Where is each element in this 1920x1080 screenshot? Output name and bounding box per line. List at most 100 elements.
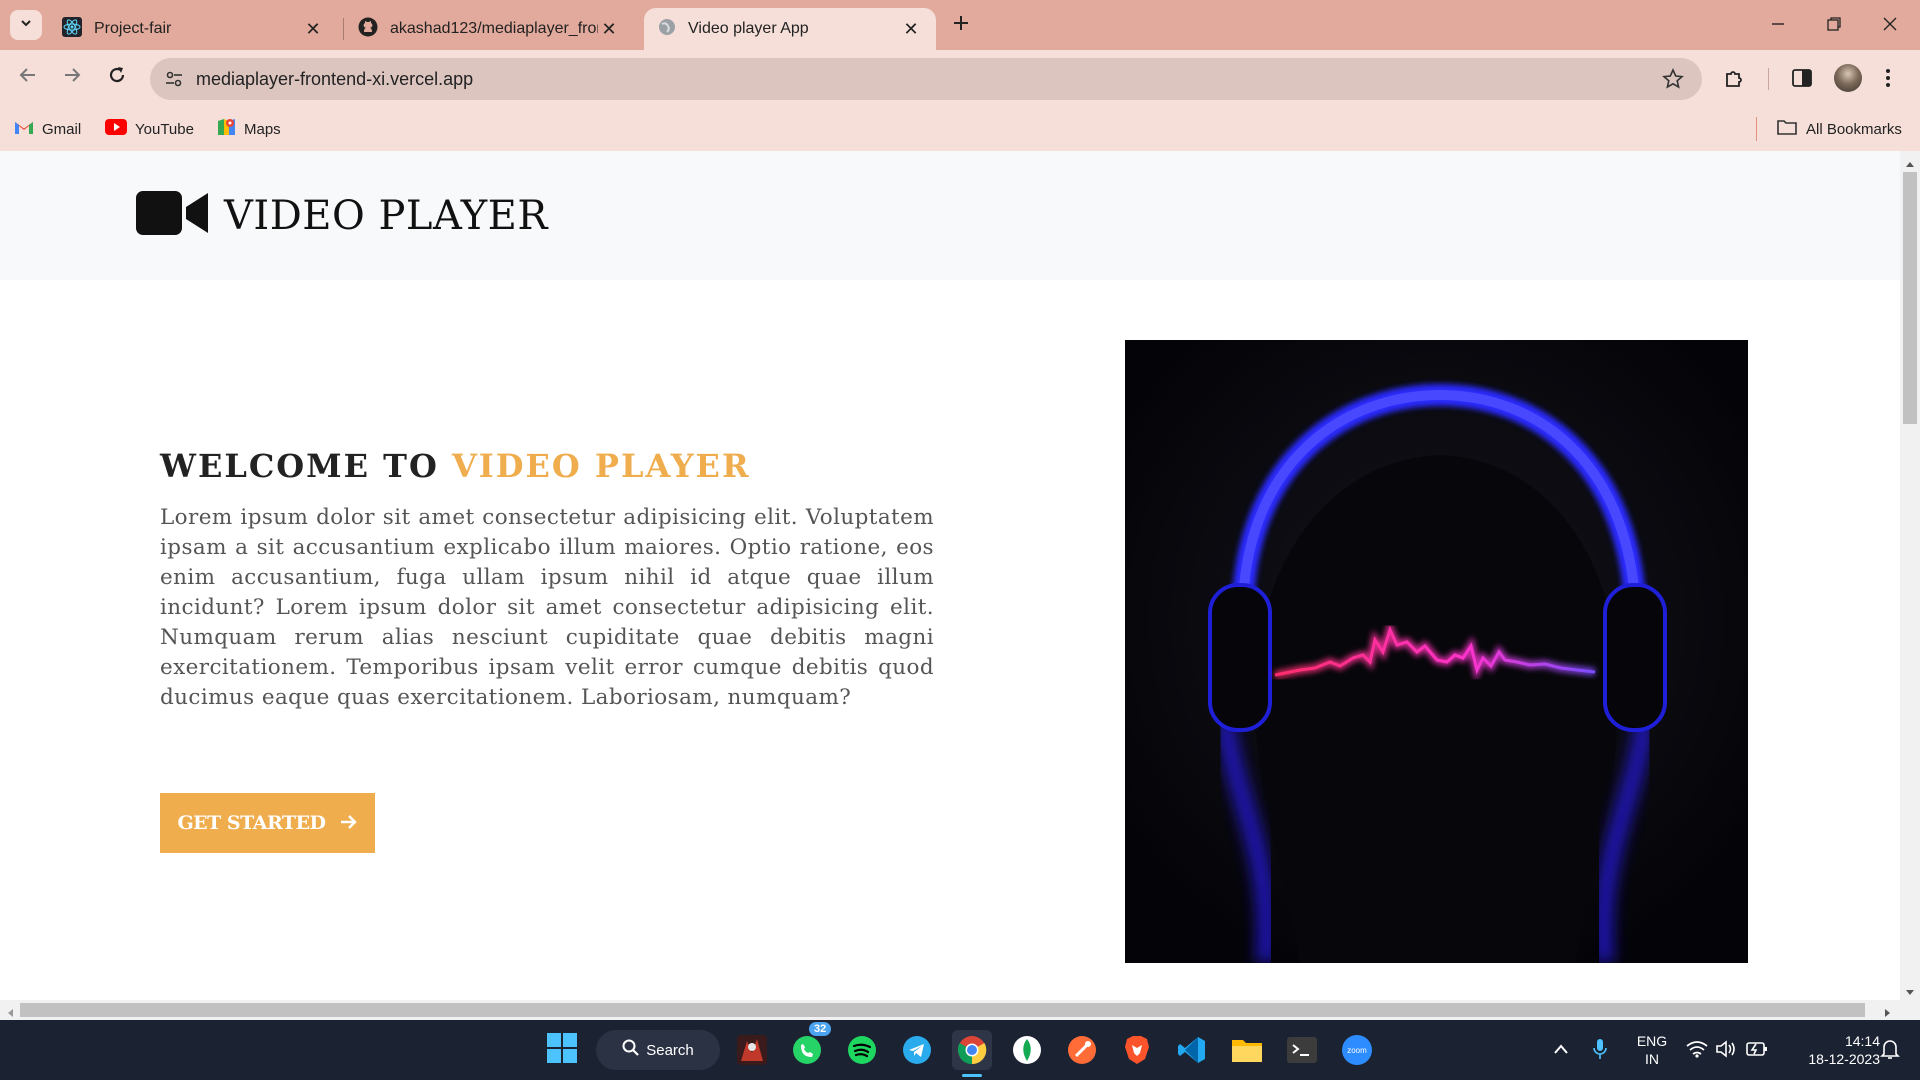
tab-title: Video player App xyxy=(688,20,809,37)
minimize-button[interactable] xyxy=(1758,8,1798,42)
tab-github[interactable]: akashad123/mediaplayer_fronte ✕ xyxy=(344,8,634,50)
file-explorer-icon[interactable] xyxy=(1227,1030,1267,1070)
windows-taskbar: Search 32 zoom ENG IN 14:14 18-12-2023 xyxy=(0,1020,1920,1080)
tab-title: akashad123/mediaplayer_fronte xyxy=(390,20,598,37)
terminal-icon[interactable] xyxy=(1282,1030,1322,1070)
game-app-icon[interactable] xyxy=(732,1030,772,1070)
vscode-icon[interactable] xyxy=(1172,1030,1212,1070)
maps-icon xyxy=(216,117,236,141)
brave-icon[interactable] xyxy=(1117,1030,1157,1070)
close-icon[interactable]: ✕ xyxy=(900,19,922,40)
hero-title: WELCOME TO VIDEO PLAYER xyxy=(160,447,751,485)
address-bar[interactable]: mediaplayer-frontend-xi.vercel.app xyxy=(150,58,1702,100)
close-icon[interactable]: ✕ xyxy=(302,19,324,40)
gmail-icon xyxy=(14,119,34,139)
postman-icon[interactable] xyxy=(1062,1030,1102,1070)
globe-icon xyxy=(658,18,676,41)
bookmark-gmail[interactable]: Gmail xyxy=(14,117,81,141)
bookmark-youtube[interactable]: YouTube xyxy=(105,117,194,141)
react-icon xyxy=(62,16,82,42)
bookmark-maps[interactable]: Maps xyxy=(216,117,281,141)
extensions-icon[interactable] xyxy=(1723,66,1747,95)
active-indicator xyxy=(962,1074,982,1077)
get-started-label: GET STARTED xyxy=(177,812,326,834)
restore-button[interactable] xyxy=(1814,8,1854,42)
window-close-button[interactable] xyxy=(1870,8,1910,42)
new-tab-button[interactable] xyxy=(946,10,976,40)
mongodb-icon[interactable] xyxy=(1007,1030,1047,1070)
taskbar-search[interactable]: Search xyxy=(596,1030,720,1070)
close-icon[interactable]: ✕ xyxy=(598,19,620,40)
side-panel-icon[interactable] xyxy=(1790,66,1814,95)
youtube-icon xyxy=(105,119,127,139)
arrow-left-icon xyxy=(18,65,38,91)
notification-bell-icon[interactable] xyxy=(1880,1038,1900,1065)
bookmarks-bar: Gmail YouTube Maps All Bookmarks xyxy=(0,107,1920,151)
all-bookmarks-button[interactable]: All Bookmarks xyxy=(1776,117,1902,141)
language-code: ENG xyxy=(1636,1033,1668,1049)
more-menu-icon[interactable] xyxy=(1884,66,1892,95)
brand-link[interactable]: VIDEO PLAYER xyxy=(136,189,548,242)
hero-title-highlight: VIDEO PLAYER xyxy=(451,447,751,485)
windows-icon xyxy=(547,1032,577,1068)
horizontal-scroll-thumb[interactable] xyxy=(20,1003,1865,1017)
chevron-down-icon xyxy=(19,16,33,35)
reload-icon xyxy=(107,65,127,91)
spotify-icon[interactable] xyxy=(842,1030,882,1070)
zoom-label: zoom xyxy=(1347,1046,1367,1055)
get-started-button[interactable]: GET STARTED xyxy=(160,793,375,853)
scroll-up-arrow-icon[interactable] xyxy=(1905,155,1915,173)
forward-button[interactable] xyxy=(54,60,90,96)
zoom-icon[interactable]: zoom xyxy=(1337,1030,1377,1070)
restore-icon xyxy=(1827,14,1841,37)
volume-icon[interactable] xyxy=(1716,1040,1738,1063)
clock-time: 14:14 xyxy=(1844,1033,1880,1049)
close-icon xyxy=(1883,14,1897,37)
toolbar-divider xyxy=(1768,68,1769,90)
bookmark-label: YouTube xyxy=(135,120,194,138)
battery-icon[interactable] xyxy=(1746,1041,1768,1062)
hero-headphones-image xyxy=(1125,340,1748,963)
tab-strip: Project-fair ✕ akashad123/mediaplayer_fr… xyxy=(0,0,1920,50)
tray-overflow-chevron-icon[interactable] xyxy=(1553,1042,1569,1060)
url-text[interactable]: mediaplayer-frontend-xi.vercel.app xyxy=(196,69,473,90)
site-info-icon[interactable] xyxy=(164,69,184,94)
clock-date: 18-12-2023 xyxy=(1808,1051,1880,1067)
bookmark-label: Maps xyxy=(244,120,281,138)
hero-description: Lorem ipsum dolor sit amet consectetur a… xyxy=(160,505,934,710)
start-button[interactable] xyxy=(542,1030,582,1070)
whatsapp-icon[interactable]: 32 xyxy=(787,1022,832,1070)
bookmark-star-icon[interactable] xyxy=(1662,68,1684,95)
page-viewport: VIDEO PLAYER WELCOME TO VIDEO PLAYER Lor… xyxy=(0,151,1900,1000)
taskbar-search-label: Search xyxy=(646,1041,694,1059)
clock[interactable]: 14:14 18-12-2023 xyxy=(1780,1032,1880,1068)
site-navbar: VIDEO PLAYER xyxy=(0,151,1900,280)
avatar[interactable] xyxy=(1834,64,1862,92)
brand-title: VIDEO PLAYER xyxy=(224,192,548,239)
microphone-icon[interactable] xyxy=(1593,1038,1607,1065)
hero-title-prefix: WELCOME TO xyxy=(160,447,452,485)
bookmark-label: Gmail xyxy=(42,120,82,138)
folder-icon xyxy=(1776,118,1798,140)
tab-project-fair[interactable]: Project-fair ✕ xyxy=(48,8,338,50)
plus-icon xyxy=(953,15,969,36)
chrome-icon[interactable] xyxy=(952,1030,992,1070)
browser-toolbar: mediaplayer-frontend-xi.vercel.app xyxy=(0,50,1920,107)
notification-badge: 32 xyxy=(809,1022,832,1036)
minimize-icon xyxy=(1771,14,1785,37)
tab-search-button[interactable] xyxy=(10,10,42,40)
vertical-scroll-thumb[interactable] xyxy=(1903,172,1917,424)
arrow-right-icon xyxy=(340,810,358,836)
video-camera-icon xyxy=(136,189,208,242)
all-bookmarks-label: All Bookmarks xyxy=(1806,120,1902,138)
arrow-right-icon xyxy=(62,65,82,91)
back-button[interactable] xyxy=(10,60,46,96)
reload-button[interactable] xyxy=(99,60,135,96)
language-indicator[interactable]: ENG IN xyxy=(1634,1032,1670,1068)
region-code: IN xyxy=(1645,1051,1659,1067)
telegram-icon[interactable] xyxy=(897,1030,937,1070)
wifi-icon[interactable] xyxy=(1686,1040,1708,1063)
github-icon xyxy=(358,17,378,42)
tab-video-player-app[interactable]: Video player App ✕ xyxy=(644,8,936,50)
search-icon xyxy=(622,1039,640,1061)
